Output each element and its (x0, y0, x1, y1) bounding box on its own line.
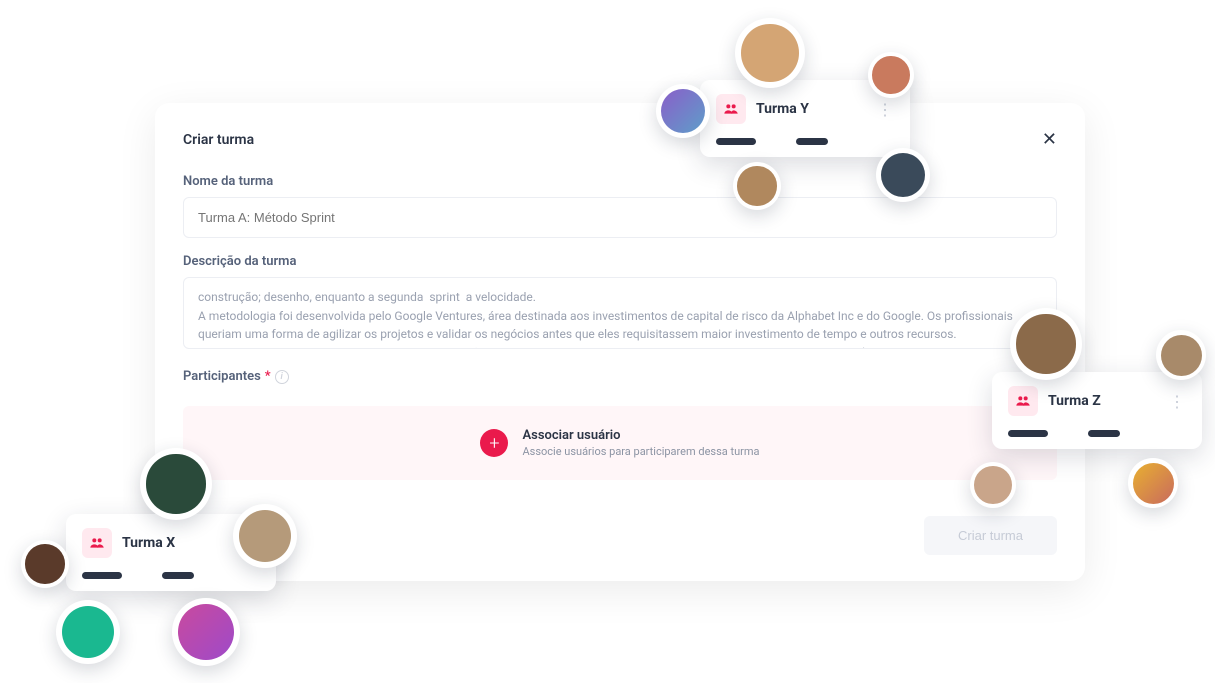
associate-subtitle: Associe usuários para participarem dessa… (522, 445, 759, 458)
avatar (140, 448, 212, 520)
card-meta (82, 572, 260, 579)
users-icon (716, 94, 746, 124)
plus-icon: + (480, 429, 508, 457)
associate-user-panel[interactable]: + Associar usuário Associe usuários para… (183, 406, 1057, 480)
avatar (656, 84, 710, 138)
class-description-input[interactable] (183, 277, 1057, 349)
avatar (733, 162, 781, 210)
class-name-input[interactable] (183, 197, 1057, 238)
avatar (876, 148, 930, 202)
card-meta (716, 138, 894, 145)
users-icon (1008, 386, 1038, 416)
users-icon (82, 528, 112, 558)
participants-label: Participantes (183, 369, 261, 384)
create-class-button[interactable]: Criar turma (924, 516, 1057, 555)
more-icon[interactable]: ⋮ (877, 100, 894, 119)
avatar (970, 462, 1016, 508)
create-class-modal: Criar turma ✕ Nome da turma Descrição da… (155, 103, 1085, 581)
card-title: Turma X (122, 535, 175, 551)
name-section: Nome da turma (155, 164, 1085, 244)
avatar (233, 504, 297, 568)
more-icon[interactable]: ⋮ (1169, 392, 1186, 411)
participants-section: Participantes * i (155, 359, 1085, 398)
card-title: Turma Z (1048, 393, 1101, 409)
required-mark: * (265, 369, 271, 384)
description-section: Descrição da turma (155, 244, 1085, 359)
info-icon[interactable]: i (275, 370, 289, 384)
avatar (1156, 330, 1206, 380)
avatar (735, 18, 805, 88)
avatar (1128, 458, 1178, 508)
associate-title: Associar usuário (522, 428, 759, 443)
avatar (1010, 308, 1082, 380)
class-card-z[interactable]: Turma Z ⋮ (992, 372, 1202, 449)
avatar (56, 600, 120, 664)
avatar (21, 540, 69, 588)
description-label: Descrição da turma (183, 254, 1057, 269)
card-meta (1008, 430, 1186, 437)
associate-text: Associar usuário Associe usuários para p… (522, 428, 759, 458)
close-icon[interactable]: ✕ (1042, 129, 1057, 150)
avatar (172, 598, 240, 666)
card-title: Turma Y (756, 101, 809, 117)
avatar (868, 52, 914, 98)
modal-title: Criar turma (183, 132, 254, 148)
modal-header: Criar turma ✕ (155, 103, 1085, 164)
